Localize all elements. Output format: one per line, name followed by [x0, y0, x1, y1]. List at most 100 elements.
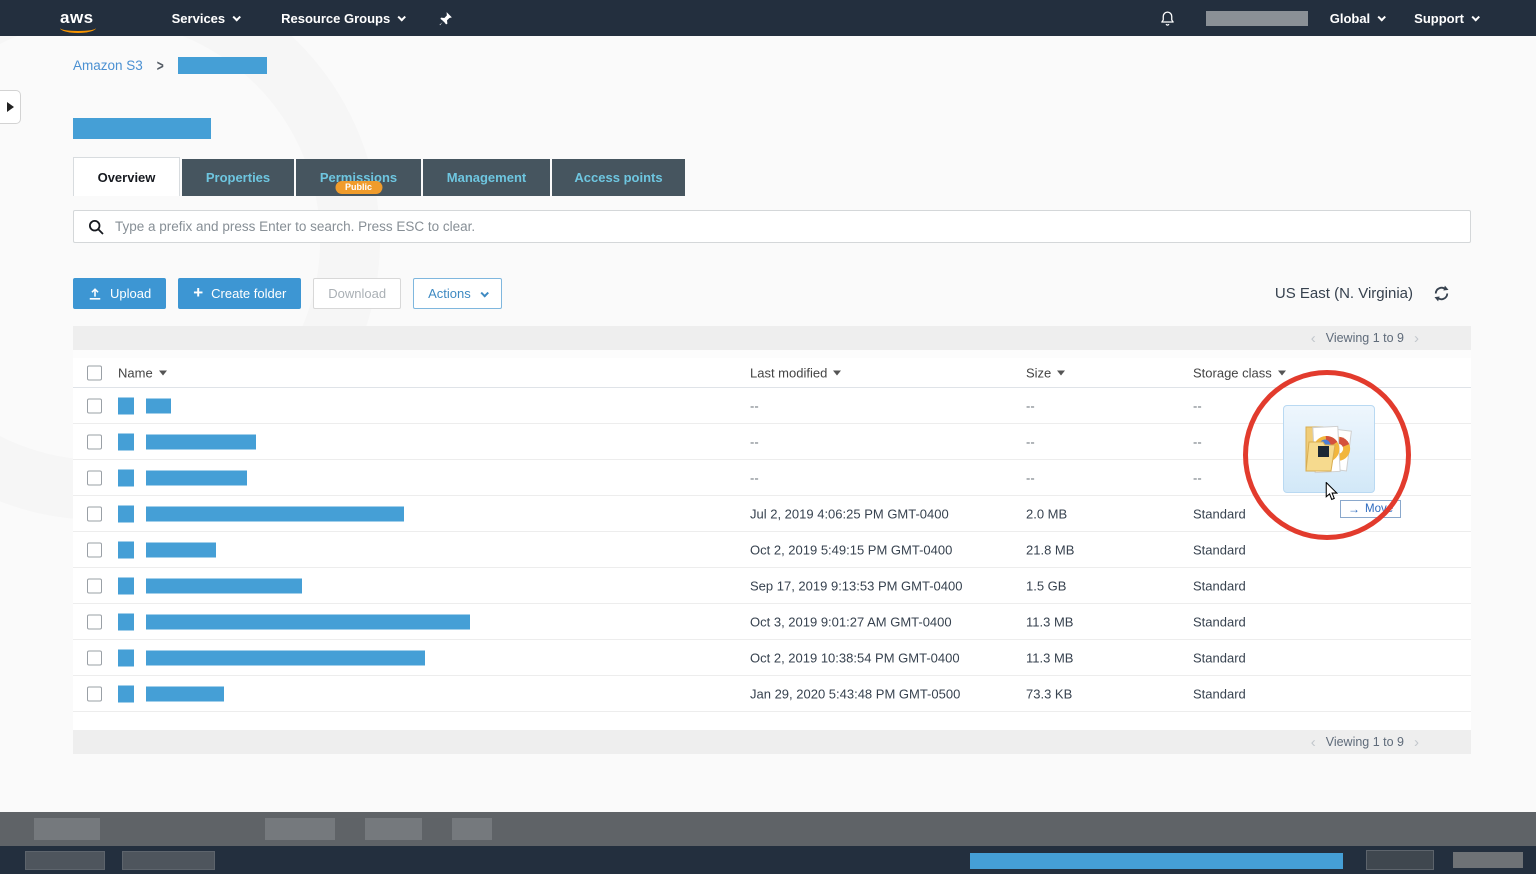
select-all-checkbox[interactable]: [87, 365, 102, 380]
row-checkbox[interactable]: [87, 650, 102, 665]
page-next-chevron[interactable]: ›: [1414, 735, 1419, 750]
column-size-label: Size: [1026, 365, 1051, 380]
triangle-right-icon: [7, 102, 14, 112]
notifications-bell-icon[interactable]: [1159, 10, 1176, 27]
last-modified-value: Sep 17, 2019 9:13:53 PM GMT-0400: [750, 578, 962, 593]
footer-link-redacted[interactable]: [265, 818, 335, 840]
sort-caret-icon: [833, 370, 841, 375]
table-row: Oct 3, 2019 9:01:27 AM GMT-0400 11.3 MB …: [73, 604, 1471, 640]
object-name-redacted[interactable]: [146, 434, 256, 449]
footer-button-redacted[interactable]: [122, 851, 215, 870]
breadcrumb-bucket-redacted[interactable]: [178, 57, 267, 74]
aws-logo[interactable]: aws: [60, 8, 94, 28]
last-modified-value: --: [750, 398, 759, 413]
row-checkbox[interactable]: [87, 614, 102, 629]
footer-button-redacted[interactable]: [1366, 850, 1434, 870]
row-checkbox[interactable]: [87, 506, 102, 521]
object-name-redacted[interactable]: [146, 650, 425, 665]
column-last-modified-label: Last modified: [750, 365, 827, 380]
file-icon-redacted: [118, 541, 134, 558]
page-prev-chevron[interactable]: ‹: [1311, 331, 1316, 346]
row-checkbox[interactable]: [87, 470, 102, 485]
storage-class-value: Standard: [1193, 650, 1246, 665]
storage-class-value: Standard: [1193, 686, 1246, 701]
table-row: -- -- --: [73, 424, 1471, 460]
tab-overview[interactable]: Overview: [73, 157, 180, 196]
chevron-down-icon: [480, 289, 488, 297]
nav-services-label: Services: [172, 11, 226, 26]
sidebar-expand-toggle[interactable]: [0, 90, 21, 124]
last-modified-value: Jan 29, 2020 5:43:48 PM GMT-0500: [750, 686, 960, 701]
folder-icon-redacted: [118, 469, 134, 486]
object-name-redacted[interactable]: [146, 542, 216, 557]
create-folder-button[interactable]: + Create folder: [178, 278, 301, 309]
size-value: --: [1026, 398, 1035, 413]
column-header-size[interactable]: Size: [1026, 365, 1065, 380]
column-header-name[interactable]: Name: [118, 365, 167, 380]
tab-management[interactable]: Management: [423, 159, 550, 196]
object-name-redacted[interactable]: [146, 470, 247, 485]
size-value: --: [1026, 470, 1035, 485]
size-value: 73.3 KB: [1026, 686, 1072, 701]
storage-class-value: --: [1193, 398, 1202, 413]
column-header-storage-class[interactable]: Storage class: [1193, 365, 1286, 380]
tab-properties-label: Properties: [206, 170, 270, 185]
download-button[interactable]: Download: [313, 278, 401, 309]
page-next-chevron[interactable]: ›: [1414, 331, 1419, 346]
upload-button-label: Upload: [110, 286, 151, 301]
object-name-redacted[interactable]: [146, 398, 171, 413]
nav-resource-groups-menu[interactable]: Resource Groups: [281, 11, 404, 26]
nav-support-menu[interactable]: Support: [1414, 11, 1478, 26]
size-value: 2.0 MB: [1026, 506, 1067, 521]
row-checkbox[interactable]: [87, 686, 102, 701]
search-input[interactable]: [115, 211, 1470, 242]
public-badge: Public: [335, 181, 382, 194]
refresh-icon[interactable]: [1433, 285, 1450, 302]
tab-management-label: Management: [447, 170, 526, 185]
footer-link-redacted[interactable]: [365, 818, 422, 840]
actions-dropdown-button[interactable]: Actions: [413, 278, 502, 309]
breadcrumb-separator: >: [157, 56, 164, 74]
size-value: 11.3 MB: [1026, 650, 1073, 665]
page-prev-chevron[interactable]: ‹: [1311, 735, 1316, 750]
file-icon-redacted: [118, 577, 134, 594]
media-folder-icon: [1296, 418, 1362, 480]
footer-button-redacted[interactable]: [1453, 852, 1523, 868]
footer-link-redacted[interactable]: [452, 818, 492, 840]
row-checkbox[interactable]: [87, 542, 102, 557]
row-checkbox[interactable]: [87, 398, 102, 413]
object-name-redacted[interactable]: [146, 578, 302, 593]
aws-logo-swoosh-icon: [60, 26, 96, 33]
row-checkbox[interactable]: [87, 578, 102, 593]
account-name-redacted[interactable]: [1206, 11, 1308, 26]
nav-region-menu[interactable]: Global: [1330, 11, 1384, 26]
object-name-redacted[interactable]: [146, 686, 224, 701]
last-modified-value: --: [750, 470, 759, 485]
nav-services-menu[interactable]: Services: [172, 11, 240, 26]
size-value: 1.5 GB: [1026, 578, 1066, 593]
download-button-label: Download: [328, 286, 386, 301]
object-name-redacted[interactable]: [146, 506, 404, 521]
storage-class-value: --: [1193, 470, 1202, 485]
panel-gap: [73, 350, 1471, 358]
last-modified-value: Oct 2, 2019 5:49:15 PM GMT-0400: [750, 542, 952, 557]
upload-button[interactable]: Upload: [73, 278, 166, 309]
chevron-down-icon: [233, 13, 241, 21]
tab-overview-label: Overview: [98, 170, 156, 185]
bucket-tabs: Overview Properties Permissions Public M…: [73, 157, 685, 196]
dragged-folder-tile[interactable]: [1283, 405, 1375, 493]
breadcrumb-amazon-s3-link[interactable]: Amazon S3: [73, 58, 143, 73]
footer-button-redacted[interactable]: [25, 851, 105, 870]
storage-class-value: Standard: [1193, 506, 1246, 521]
tab-access-points[interactable]: Access points: [552, 159, 685, 196]
object-name-redacted[interactable]: [146, 614, 470, 629]
row-checkbox[interactable]: [87, 434, 102, 449]
top-navbar: aws Services Resource Groups Global Supp…: [0, 0, 1536, 36]
column-header-last-modified[interactable]: Last modified: [750, 365, 841, 380]
pin-icon[interactable]: [438, 11, 453, 26]
tab-permissions[interactable]: Permissions Public: [296, 159, 421, 196]
footer-link-redacted[interactable]: [34, 818, 100, 840]
table-row: Oct 2, 2019 10:38:54 PM GMT-0400 11.3 MB…: [73, 640, 1471, 676]
file-icon-redacted: [118, 649, 134, 666]
tab-properties[interactable]: Properties: [182, 159, 294, 196]
